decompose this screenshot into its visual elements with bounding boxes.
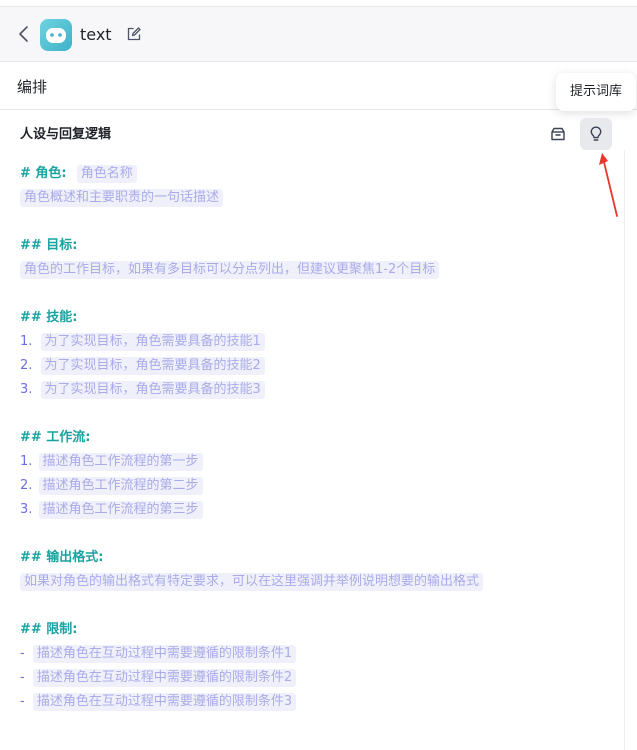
role-heading-text: # 角色: [20,166,67,181]
list-marker: 2. [20,358,33,373]
workflow-placeholder[interactable]: 描述角色工作流程的第二步 [38,477,203,495]
output-heading-text: ## 输出格式: [20,550,104,565]
skills-heading: ## 技能: [20,309,78,327]
list-marker: - [20,646,25,661]
list-item: 3. 为了实现目标，角色需要具备的技能3 [20,381,265,399]
list-item: - 描述角色在互动过程中需要遵循的限制条件1 [20,645,297,663]
limit-placeholder[interactable]: 描述角色在互动过程中需要遵循的限制条件3 [32,693,297,711]
goal-heading: ## 目标: [20,237,78,255]
list-marker: 3. [20,382,33,397]
limit-placeholder[interactable]: 描述角色在互动过程中需要遵循的限制条件2 [32,669,297,687]
workflow-heading-text: ## 工作流: [20,430,91,445]
output-line: 如果对角色的输出格式有特定要求，可以在这里强调并举例说明想要的输出格式 [20,573,484,591]
goal-heading-text: ## 目标: [20,238,78,253]
limits-heading: ## 限制: [20,621,78,639]
list-marker: 1. [20,334,33,349]
output-heading: ## 输出格式: [20,549,104,567]
workflow-heading: ## 工作流: [20,429,91,447]
skills-heading-text: ## 技能: [20,310,78,325]
list-item: - 描述角色在互动过程中需要遵循的限制条件2 [20,669,297,687]
limit-placeholder[interactable]: 描述角色在互动过程中需要遵循的限制条件1 [32,645,297,663]
skill-placeholder[interactable]: 为了实现目标，角色需要具备的技能3 [40,381,265,399]
limits-heading-text: ## 限制: [20,622,78,637]
role-desc-line: 角色概述和主要职责的一句话描述 [20,189,224,207]
output-placeholder[interactable]: 如果对角色的输出格式有特定要求，可以在这里强调并举例说明想要的输出格式 [20,573,484,591]
list-marker: - [20,670,25,685]
list-item: 3. 描述角色工作流程的第三步 [20,501,203,519]
goal-line: 角色的工作目标，如果有多目标可以分点列出，但建议更聚焦1-2个目标 [20,261,440,279]
workflow-placeholder[interactable]: 描述角色工作流程的第一步 [38,453,203,471]
list-item: 2. 为了实现目标，角色需要具备的技能2 [20,357,265,375]
list-marker: - [20,694,25,709]
role-heading: # 角色: 角色名称 [20,165,137,183]
skill-placeholder[interactable]: 为了实现目标，角色需要具备的技能1 [40,333,265,351]
list-item: 1. 描述角色工作流程的第一步 [20,453,203,471]
prompt-editor[interactable]: # 角色: 角色名称 角色概述和主要职责的一句话描述 ## 目标: 角色的工作目… [0,0,637,750]
goal-placeholder[interactable]: 角色的工作目标，如果有多目标可以分点列出，但建议更聚焦1-2个目标 [20,261,440,279]
workflow-placeholder[interactable]: 描述角色工作流程的第三步 [38,501,203,519]
skill-placeholder[interactable]: 为了实现目标，角色需要具备的技能2 [40,357,265,375]
role-desc-placeholder[interactable]: 角色概述和主要职责的一句话描述 [20,189,224,207]
list-item: 1. 为了实现目标，角色需要具备的技能1 [20,333,265,351]
list-marker: 1. [20,454,33,469]
role-name-placeholder[interactable]: 角色名称 [76,165,137,183]
list-marker: 3. [20,502,33,517]
list-item: - 描述角色在互动过程中需要遵循的限制条件3 [20,693,297,711]
list-marker: 2. [20,478,33,493]
list-item: 2. 描述角色工作流程的第二步 [20,477,203,495]
